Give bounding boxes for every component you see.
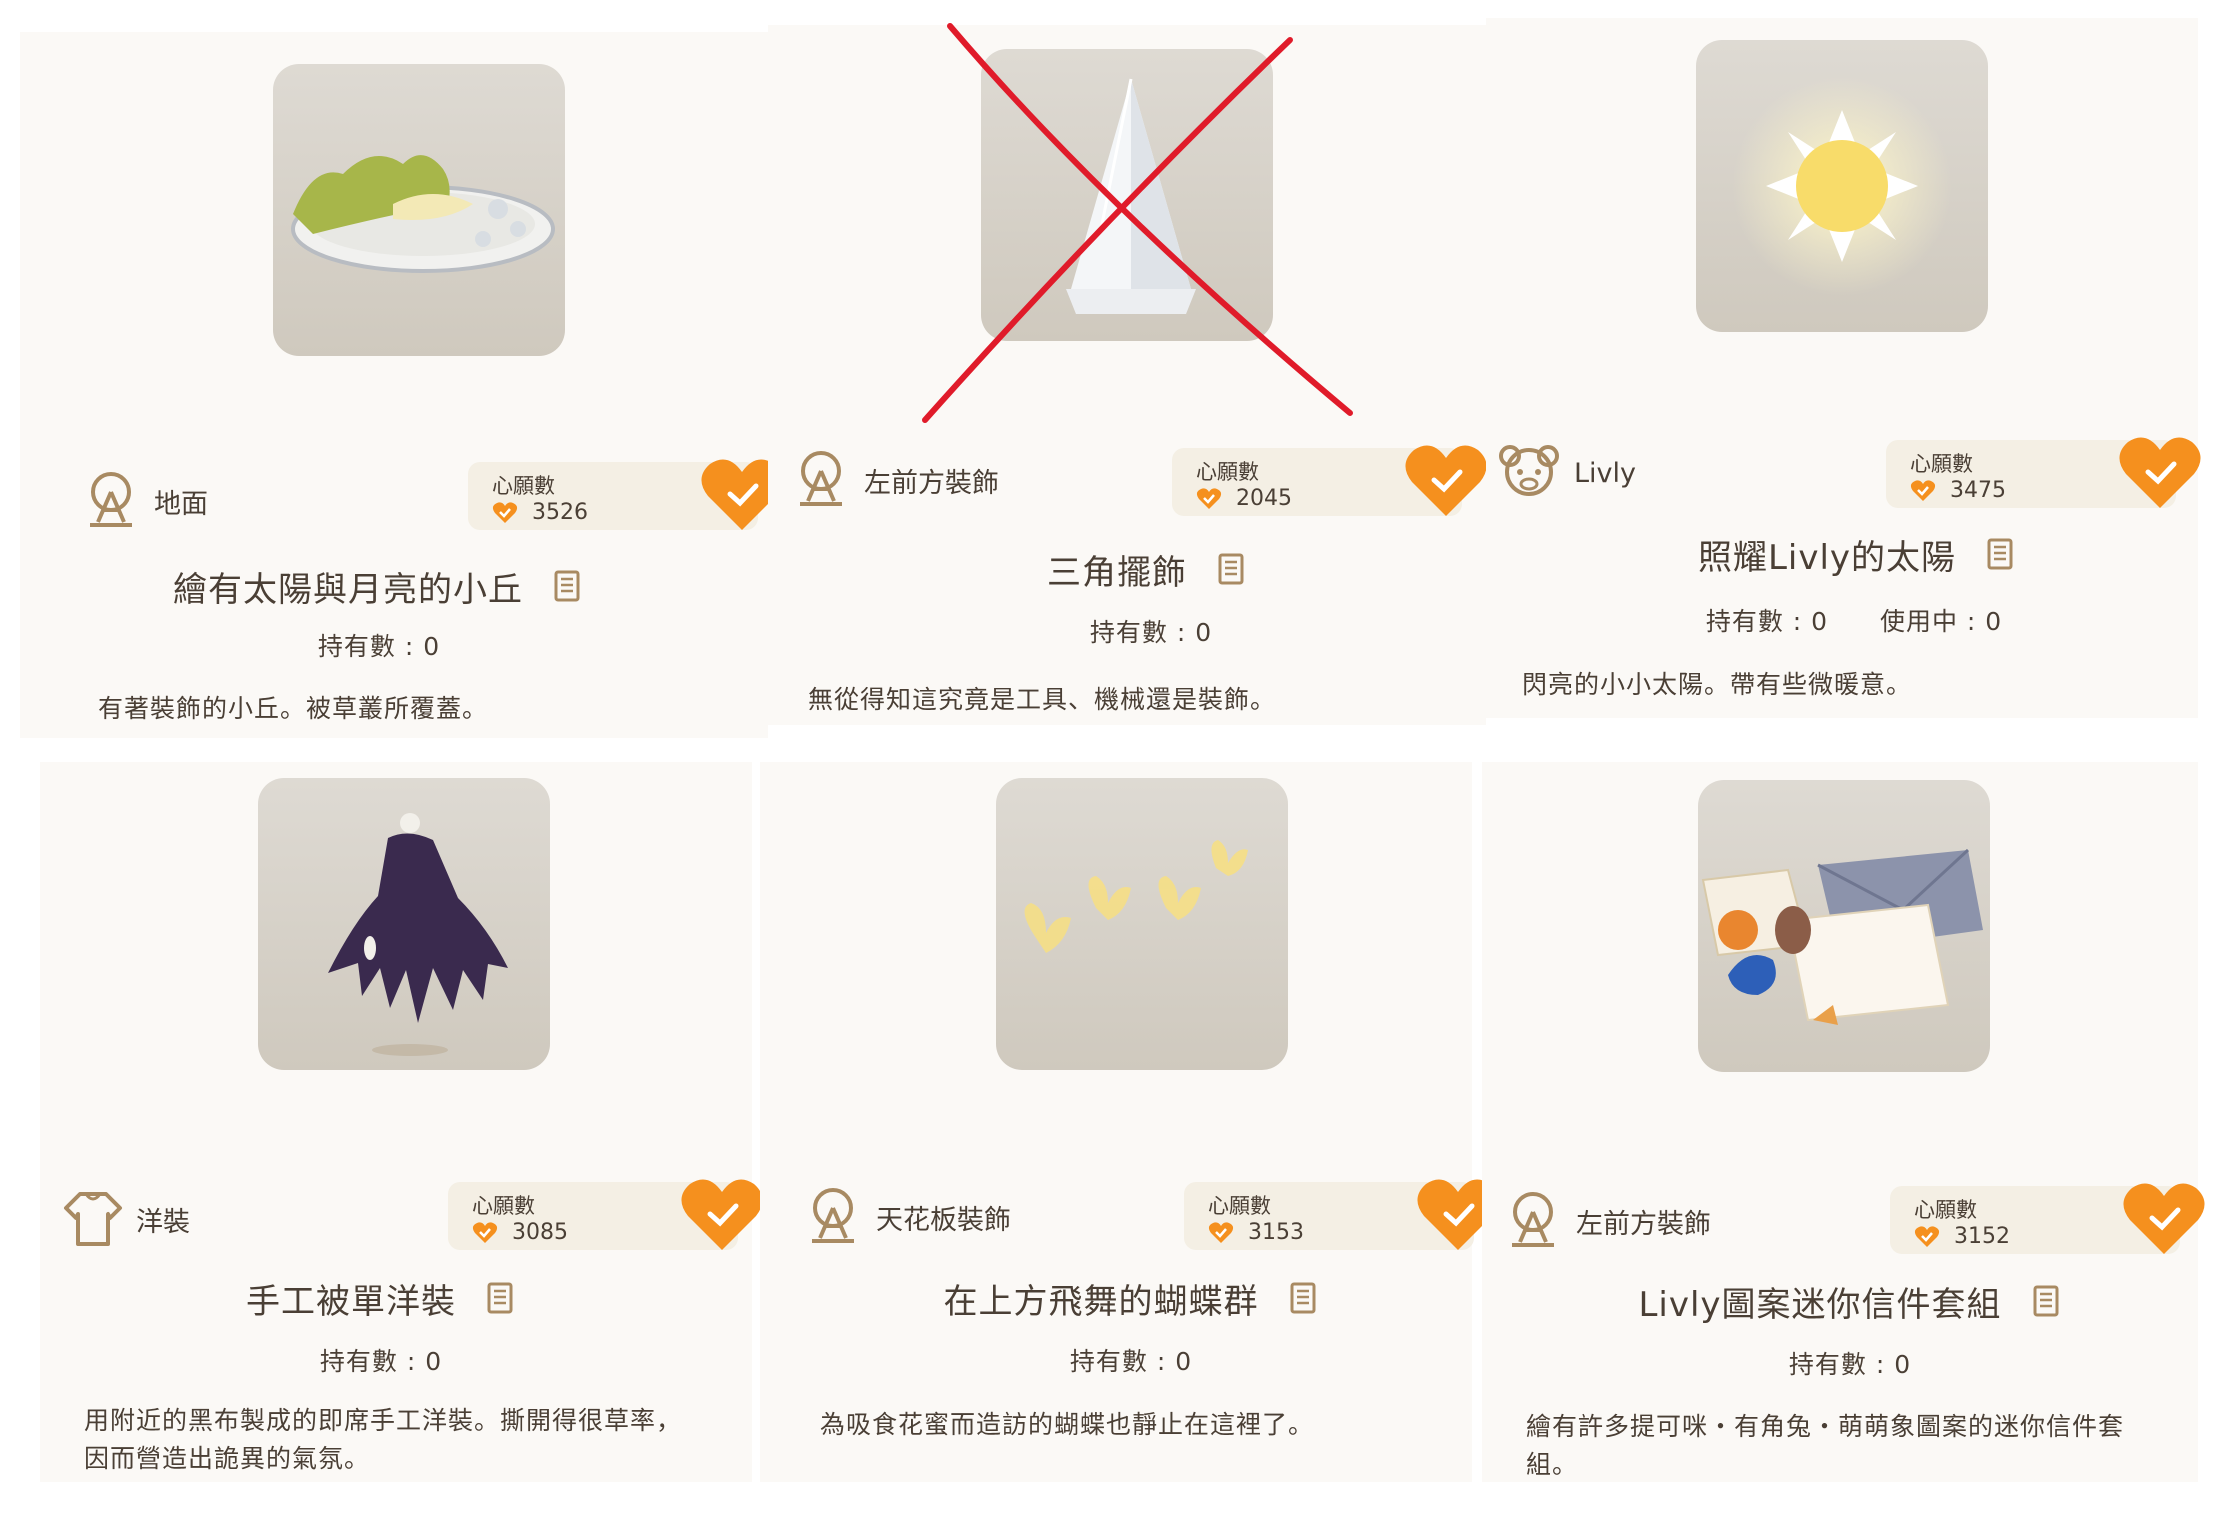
item-description: 有著裝飾的小丘。被草叢所覆蓋。 [98,694,489,723]
butterflies-icon [1024,840,1248,953]
category-label: 左前方裝飾 [790,449,999,511]
wish-count-badge: 心願數 2045 [1172,445,1487,516]
document-icon[interactable] [1217,552,1247,588]
sun-icon [1732,76,1952,296]
wish-count-value: 3526 [532,500,588,525]
dress-icon [64,1192,122,1246]
category-label: 天花板裝飾 [802,1186,1011,1248]
item-title: 繪有太陽與月亮的小丘 [173,570,523,610]
wish-count-label: 心願數 [472,1194,535,1218]
wish-count-badge: 心願數 3085 [448,1179,763,1250]
floor-decor-icon [800,451,842,506]
category-label: 洋裝 [62,1190,190,1248]
category-label: Livly [1496,442,1636,504]
document-icon[interactable] [1289,1281,1319,1317]
category-text: 天花板裝飾 [876,1204,1011,1236]
owned-count: 持有數 : 0 [319,1347,443,1376]
livly-icon [1499,445,1559,496]
letter-set-icon [1701,848,1983,1025]
document-icon[interactable] [486,1281,516,1317]
item-thumbnail [1698,780,1990,1072]
owned-count: 持有數 : 0 使用中 : 0 [1510,602,2198,638]
wish-heart-button[interactable] [1404,442,1488,520]
category-text: 洋裝 [136,1206,190,1238]
item-description-line: 組。 [1526,1450,1579,1479]
small-heart-icon [472,1221,498,1243]
item-title: 三角擺飾 [1047,553,1187,593]
small-heart-icon [1914,1225,1940,1247]
wish-heart-button[interactable] [2122,1180,2206,1258]
wish-count-badge: 心願數 3526 [468,459,783,530]
wish-heart-button[interactable] [2118,434,2202,512]
wish-count-label: 心願數 [1914,1198,1977,1222]
item-thumbnail [1696,40,1988,332]
item-description: 無從得知這究竟是工具、機械還是裝飾。 [808,685,1277,714]
category-label: 地面 [80,470,208,532]
item-description: 用附近的黑布製成的即席手工洋裝。撕開得很草率， 因而營造出詭異的氣氛。 [84,1402,682,1478]
small-heart-icon [1196,487,1222,509]
cross-out-mark [922,23,1353,423]
owned-count-value: 持有數 : 0 [1705,607,1829,636]
wish-count-value: 3085 [512,1220,568,1245]
item-description: 閃亮的小小太陽。帶有些微暖意。 [1522,670,1913,699]
wish-count-value: 3475 [1950,478,2006,503]
item-thumbnail [996,778,1288,1070]
item-thumbnail [258,778,550,1070]
owned-count: 持有數 : 0 [1069,1347,1193,1376]
category-text: 左前方裝飾 [864,467,999,499]
item-card[interactable]: 左前方裝飾 心願數 3152 Livly圖案迷你信件套組 持有數 : 0 繪有許… [1482,762,2205,1484]
category-text: 地面 [154,488,208,520]
floor-decor-icon [812,1188,854,1243]
in-use-count: 使用中 : 0 [1879,607,2003,636]
item-card[interactable]: 洋裝 心願數 3085 手工被單洋裝 持有數 : 0 用附近的黑布製成的即席手工… [40,762,763,1482]
item-description: 繪有許多提可咪・有角兔・萌萌象圖案的迷你信件套 組。 [1526,1408,2124,1484]
wish-count-badge: 心願數 3475 [1886,437,2201,508]
dress-thumbnail-icon [328,813,508,1056]
wish-count-value: 3153 [1248,1220,1304,1245]
owned-count: 持有數 : 0 [317,632,441,661]
item-title: Livly圖案迷你信件套組 [1638,1285,2002,1325]
wish-count-value: 2045 [1236,486,1292,511]
owned-count: 持有數 : 0 [1089,618,1213,647]
item-card[interactable]: 地面 心願數 3526 繪有太陽與月亮的小丘 持有數 : 0 有著裝飾的小丘。被… [20,32,783,738]
wish-count-label: 心願數 [1910,452,1973,476]
owned-count: 持有數 : 0 [1788,1350,1912,1379]
item-card[interactable]: Livly 心願數 3475 照耀Livly的太陽 持有數 : 0 使用中 : … [1486,18,2201,718]
wish-count-label: 心願數 [1208,1194,1271,1218]
item-description-line: 繪有許多提可咪・有角兔・萌萌象圖案的迷你信件套 [1526,1412,2125,1441]
item-description-line: 因而營造出詭異的氣氛。 [84,1444,371,1473]
wish-count-value: 3152 [1954,1224,2010,1249]
category-text: 左前方裝飾 [1576,1208,1711,1240]
small-heart-icon [492,501,518,523]
small-heart-icon [1910,479,1936,501]
wish-count-badge: 心願數 3152 [1890,1183,2205,1254]
item-description-line: 用附近的黑布製成的即席手工洋裝。撕開得很草率， [84,1406,683,1435]
category-text: Livly [1574,457,1637,489]
wish-count-label: 心願數 [492,474,555,498]
document-icon[interactable] [553,569,583,605]
hill-plate-icon [291,155,555,273]
wish-count-badge: 心願數 3153 [1184,1179,1499,1250]
document-icon[interactable] [1986,537,2016,573]
floor-decor-icon [1512,1192,1554,1247]
category-label: 左前方裝飾 [1502,1190,1711,1252]
item-card[interactable]: 天花板裝飾 心願數 3153 在上方飛舞的蝴蝶群 持有數 : 0 為吸食花蜜而造… [760,762,1499,1482]
item-title: 手工被單洋裝 [246,1282,456,1322]
small-heart-icon [1208,1221,1234,1243]
item-title: 在上方飛舞的蝴蝶群 [943,1282,1259,1322]
item-thumbnail [273,64,565,356]
wish-count-label: 心願數 [1196,460,1259,484]
wish-heart-button[interactable] [680,1176,764,1254]
floor-decor-icon [90,472,132,527]
item-title: 照耀Livly的太陽 [1697,538,1957,578]
document-icon[interactable] [2032,1284,2062,1320]
item-description: 為吸食花蜜而造訪的蝴蝶也靜止在這裡了。 [820,1410,1315,1439]
